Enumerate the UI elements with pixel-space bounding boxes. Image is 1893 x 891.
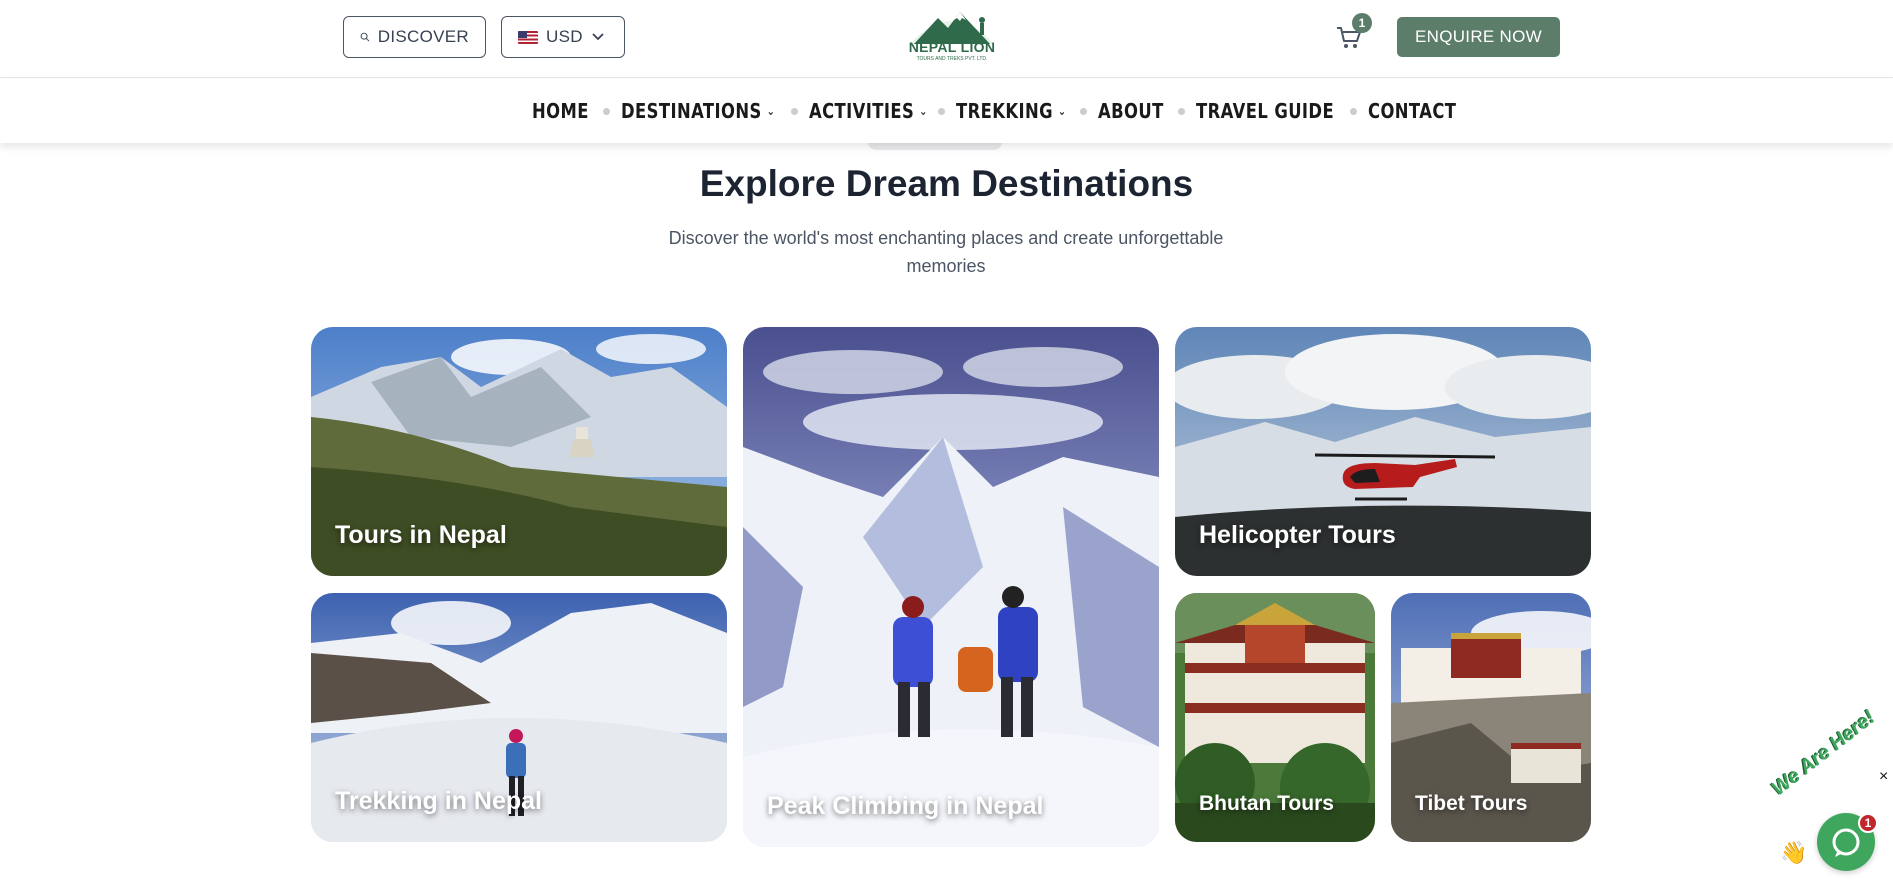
search-icon	[360, 32, 370, 42]
nav-item-label: DESTINATIONS	[621, 99, 763, 123]
card-label: Helicopter Tours	[1199, 521, 1396, 549]
chevron-down-icon: ⌄	[1058, 104, 1067, 118]
us-flag-icon	[518, 30, 538, 44]
chevron-down-icon: ⌄	[918, 104, 928, 118]
discover-button[interactable]: DISCOVER	[343, 16, 486, 58]
destination-card-tours-in-nepal[interactable]: Tours in Nepal	[311, 327, 727, 576]
nav-item-trekking[interactable]: TREKKING ⌄	[956, 99, 1067, 123]
section-title: Explore Dream Destinations	[699, 163, 1194, 204]
destination-card-peak-climbing[interactable]: Peak Climbing in Nepal	[743, 327, 1159, 847]
nav-separator-dot	[790, 107, 798, 115]
cart-count-badge: 1	[1352, 13, 1372, 33]
enquire-now-button[interactable]: ENQUIRE NOW	[1397, 17, 1560, 57]
nav-item-contact[interactable]: CONTACT	[1368, 99, 1456, 123]
card-label: Bhutan Tours	[1199, 792, 1334, 815]
nav-item-label: TRAVEL GUIDE	[1196, 99, 1335, 123]
nav-item-home[interactable]: HOME	[532, 99, 589, 123]
logo-text: NEPAL LION	[908, 39, 996, 55]
nav-item-travel-guide[interactable]: TRAVEL GUIDE	[1196, 99, 1334, 123]
nav-separator-dot	[1349, 107, 1357, 115]
chevron-down-icon: ⌄	[766, 104, 776, 118]
nav-separator-dot	[938, 107, 946, 115]
nav-item-label: TREKKING	[956, 99, 1054, 123]
destination-card-trekking-in-nepal[interactable]: Trekking in Nepal	[311, 593, 727, 842]
destination-card-bhutan-tours[interactable]: Bhutan Tours	[1175, 593, 1375, 842]
nav-item-activities[interactable]: ACTIVITIES ⌄	[809, 99, 928, 123]
currency-label: USD	[546, 27, 583, 46]
nav-item-label: ABOUT	[1098, 99, 1164, 123]
nav-item-label: HOME	[532, 99, 589, 123]
nav-separator-dot	[1178, 107, 1186, 115]
chat-banner-text: We Are Here!	[1767, 706, 1880, 801]
nav-item-about[interactable]: ABOUT	[1098, 99, 1164, 123]
card-label: Tours in Nepal	[335, 521, 507, 549]
section-subtitle: Discover the world's most enchanting pla…	[668, 228, 1224, 276]
logo-subtext: TOURS AND TREKS PVT. LTD.	[916, 56, 988, 62]
chevron-down-icon	[592, 33, 604, 41]
climbers-summit-image	[743, 327, 1159, 847]
discover-label: DISCOVER	[377, 27, 469, 46]
nav-item-label: CONTACT	[1367, 99, 1457, 123]
destination-card-helicopter-tours[interactable]: Helicopter Tours	[1175, 327, 1591, 576]
card-label: Tibet Tours	[1415, 792, 1528, 815]
destination-card-tibet-tours[interactable]: Tibet Tours	[1391, 593, 1591, 842]
nav-item-label: ACTIVITIES	[808, 99, 914, 123]
nav-separator-dot	[603, 107, 611, 115]
top-header: DISCOVER USD NEPAL LION TOURS AND TREKS …	[0, 0, 1893, 78]
main-navigation: HOME DESTINATIONS ⌄ ACTIVITIES ⌄ TREKKING ⌄ ABO…	[0, 79, 1893, 143]
card-label: Peak Climbing in Nepal	[767, 792, 1044, 820]
chat-unread-badge: 1	[1858, 813, 1878, 833]
waving-hand-icon: 👋	[1780, 840, 1808, 865]
currency-select[interactable]: USD	[501, 16, 625, 58]
chat-icon	[1832, 828, 1860, 857]
site-logo[interactable]: NEPAL LION TOURS AND TREKS PVT. LTD.	[904, 6, 1000, 70]
nav-separator-dot	[1080, 107, 1088, 115]
chat-close-icon[interactable]: ×	[1879, 768, 1888, 786]
nav-items: HOME DESTINATIONS ⌄ ACTIVITIES ⌄ TREKKING ⌄ ABO…	[532, 79, 1461, 143]
card-label: Trekking in Nepal	[335, 787, 543, 815]
nav-item-destinations[interactable]: DESTINATIONS ⌄	[621, 99, 775, 123]
